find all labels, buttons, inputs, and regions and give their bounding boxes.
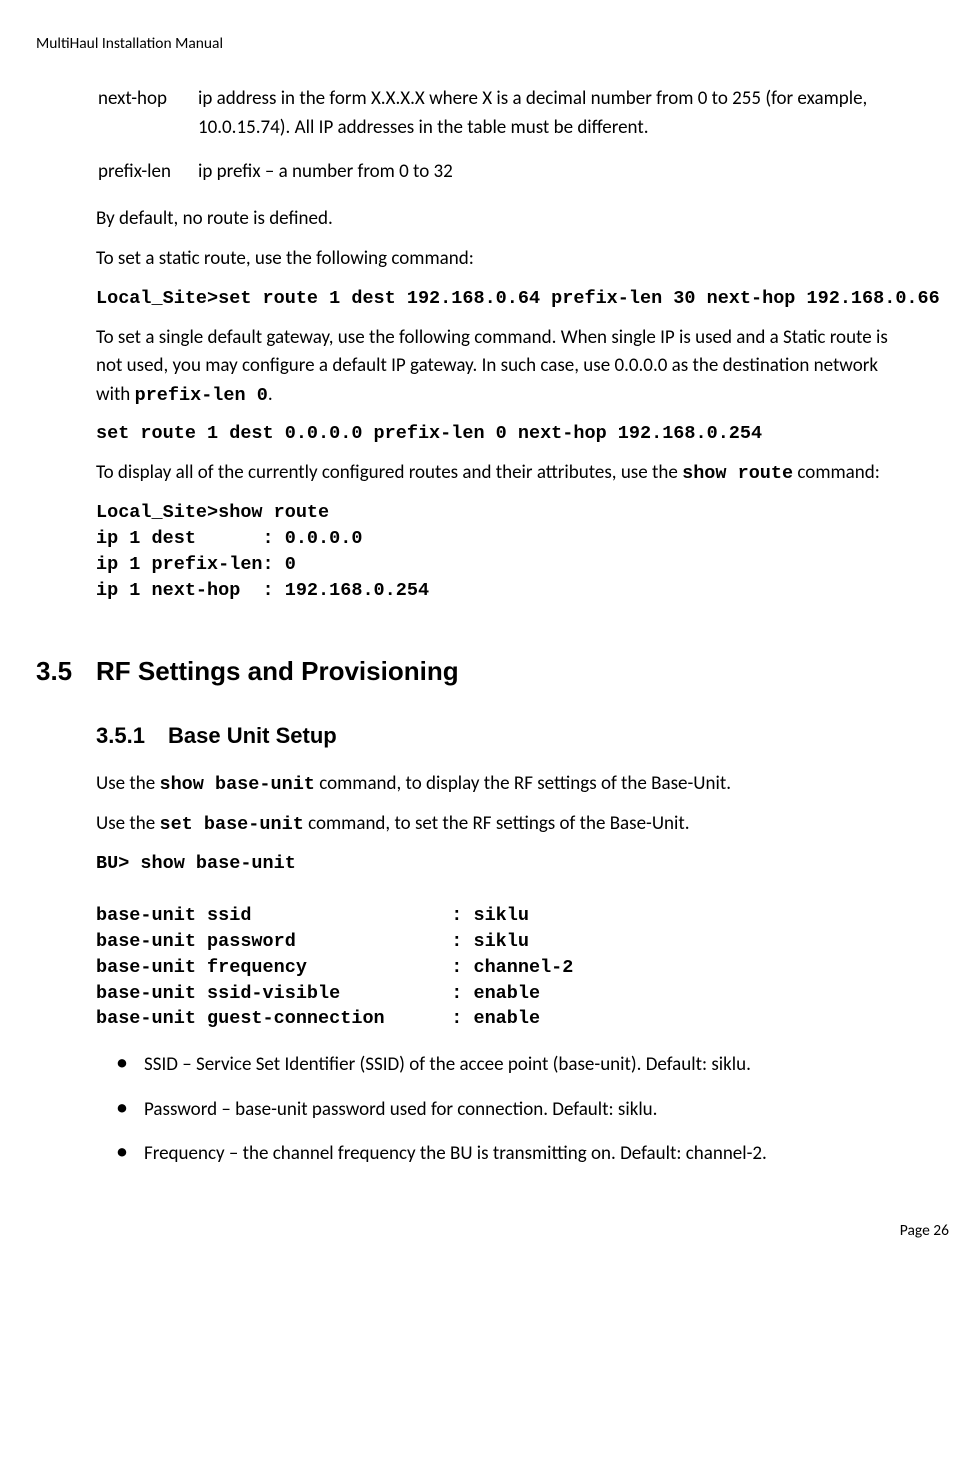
list-item: Password – base-unit password used for c… [128,1096,925,1125]
page-header: MultiHaul Installation Manual [36,32,925,55]
paragraph: Use the set base-unit command, to set th… [96,810,910,839]
section-number: 3.5.1 [96,719,168,752]
parameter-table: next-hop ip address in the form X.X.X.X … [98,85,925,187]
text: Use the [96,812,159,835]
content-block: Use the show base-unit command, to displ… [96,770,910,1033]
inline-code: show route [682,463,793,484]
paragraph: To display all of the currently configur… [96,459,910,488]
param-name: prefix-len [98,158,198,187]
code-block: BU> show base-unit base-unit ssid : sikl… [96,851,910,1032]
section-title: RF Settings and Provisioning [96,652,459,691]
code-block: Local_Site>set route 1 dest 192.168.0.64… [96,286,910,312]
code-block: Local_Site>show route ip 1 dest : 0.0.0.… [96,500,910,604]
text: command: [793,461,880,484]
page-footer: Page 26 [36,1219,949,1242]
list-item: Frequency – the channel frequency the BU… [128,1140,925,1169]
section-title: Base Unit Setup [168,719,337,752]
content-block: By default, no route is defined. To set … [96,205,910,604]
text: To display all of the currently configur… [96,461,682,484]
heading-base-unit-setup: 3.5.1 Base Unit Setup [96,719,925,752]
heading-rf-settings: 3.5 RF Settings and Provisioning [36,652,925,691]
param-name: next-hop [98,85,198,142]
section-number: 3.5 [36,652,96,691]
text: . [268,383,273,406]
list-item: SSID – Service Set Identifier (SSID) of … [128,1051,925,1080]
text: command, to display the RF settings of t… [315,772,731,795]
code-block: set route 1 dest 0.0.0.0 prefix-len 0 ne… [96,421,910,447]
text: command, to set the RF settings of the B… [304,812,690,835]
text: Use the [96,772,159,795]
inline-code: prefix-len 0 [135,385,268,406]
param-desc: ip address in the form X.X.X.X where X i… [198,85,925,142]
bullet-list: SSID – Service Set Identifier (SSID) of … [96,1051,925,1169]
inline-code: set base-unit [159,814,303,835]
param-row-prefixlen: prefix-len ip prefix – a number from 0 t… [98,158,925,187]
paragraph: To set a single default gateway, use the… [96,324,910,410]
param-desc: ip prefix – a number from 0 to 32 [198,158,925,187]
paragraph: By default, no route is defined. [96,205,910,234]
param-row-nexthop: next-hop ip address in the form X.X.X.X … [98,85,925,142]
paragraph: Use the show base-unit command, to displ… [96,770,910,799]
inline-code: show base-unit [159,774,314,795]
paragraph: To set a static route, use the following… [96,245,910,274]
